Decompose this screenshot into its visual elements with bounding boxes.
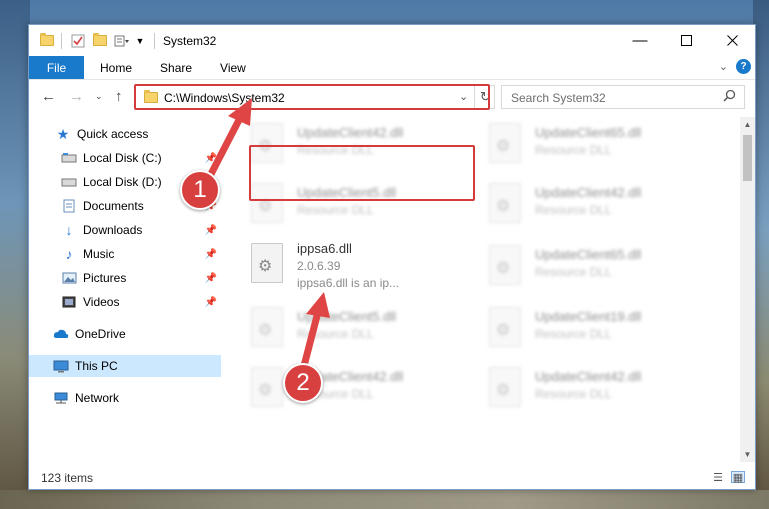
annotation-arrows bbox=[206, 98, 330, 370]
arrow-1 bbox=[206, 98, 252, 180]
arrow-2 bbox=[300, 292, 330, 370]
step-badge-2: 2 bbox=[283, 363, 323, 403]
step-badge-1: 1 bbox=[180, 170, 220, 210]
